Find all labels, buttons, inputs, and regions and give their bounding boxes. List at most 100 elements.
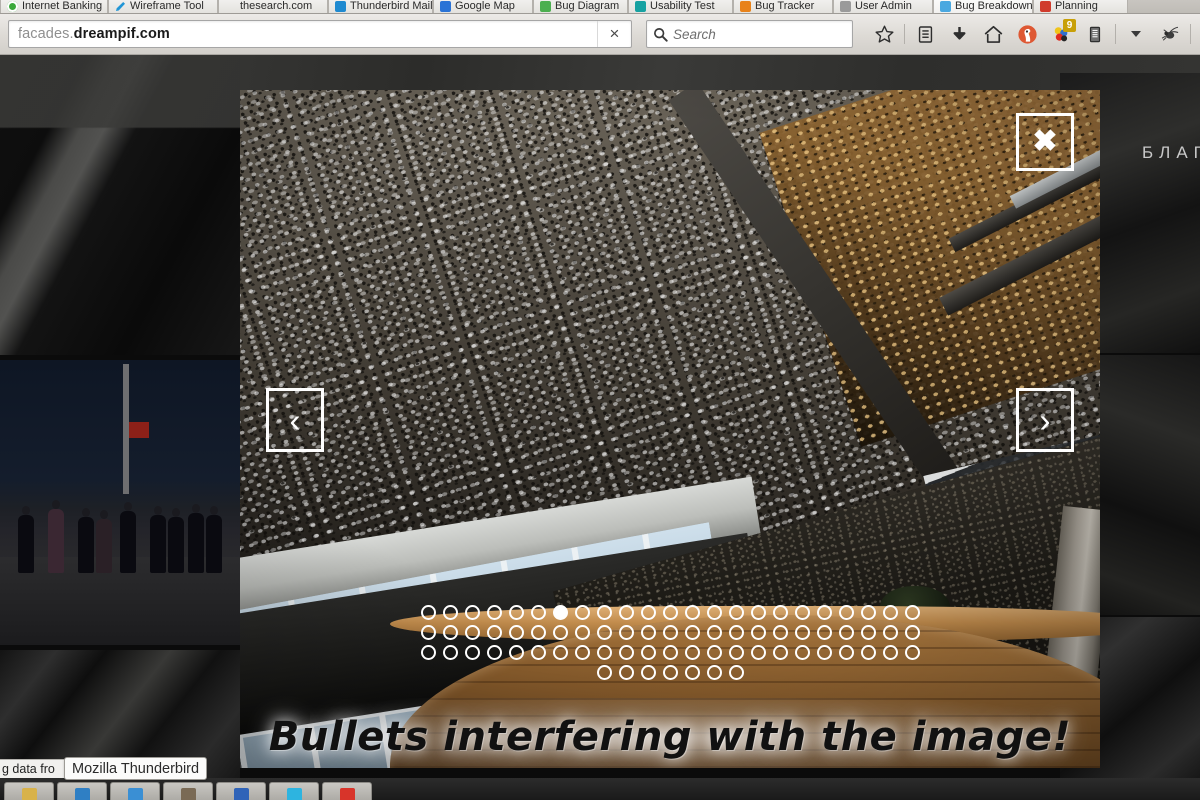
bullet[interactable]	[618, 625, 634, 640]
clear-url-icon[interactable]: ×	[597, 21, 631, 47]
prev-arrow-icon[interactable]: ‹	[266, 388, 324, 452]
dropdown-caret-icon[interactable]	[1119, 19, 1153, 50]
bullet[interactable]	[728, 625, 744, 640]
bullet[interactable]	[904, 605, 920, 620]
browser-tab[interactable]: Usability Test	[628, 0, 733, 13]
task-terminal[interactable]	[269, 782, 319, 800]
save-page-icon[interactable]	[1078, 19, 1112, 50]
bullet[interactable]	[706, 645, 722, 660]
bullet[interactable]	[662, 625, 678, 640]
bullet[interactable]	[640, 605, 656, 620]
bullet[interactable]	[882, 605, 898, 620]
gallery-thumb-architecture-1[interactable]	[0, 55, 240, 355]
bullet[interactable]	[574, 605, 590, 620]
bullet[interactable]	[596, 665, 612, 680]
browser-tab[interactable]: thesearch.com	[218, 0, 328, 13]
browser-tab[interactable]: Planning	[1033, 0, 1128, 13]
task-folder[interactable]	[4, 782, 54, 800]
bullet[interactable]	[464, 625, 480, 640]
task-editor[interactable]	[163, 782, 213, 800]
bookmark-star-icon[interactable]	[867, 19, 901, 50]
bullet[interactable]	[684, 605, 700, 620]
browser-tab[interactable]: User Admin	[833, 0, 933, 13]
bullet[interactable]	[882, 625, 898, 640]
bullet[interactable]	[596, 625, 612, 640]
bullet[interactable]	[750, 625, 766, 640]
bullet[interactable]	[508, 605, 524, 620]
bullet[interactable]	[442, 645, 458, 660]
bullet[interactable]	[860, 625, 876, 640]
bullet[interactable]	[640, 645, 656, 660]
task-thunderbird[interactable]	[110, 782, 160, 800]
task-pdf[interactable]	[322, 782, 372, 800]
browser-tab[interactable]: Google Map	[433, 0, 533, 13]
bullet[interactable]	[838, 625, 854, 640]
bullet[interactable]	[640, 625, 656, 640]
reading-list-icon[interactable]	[908, 19, 942, 50]
browser-tab[interactable]: Thunderbird Mail	[328, 0, 433, 13]
downloads-icon[interactable]	[942, 19, 976, 50]
bullet[interactable]	[706, 605, 722, 620]
bullet[interactable]	[640, 665, 656, 680]
bullet[interactable]	[486, 605, 502, 620]
browser-tab[interactable]: Bug Breakdown	[933, 0, 1033, 13]
bullet[interactable]	[420, 625, 436, 640]
bullet[interactable]	[420, 645, 436, 660]
bullet[interactable]	[596, 605, 612, 620]
bullet[interactable]	[618, 665, 634, 680]
bullet[interactable]	[420, 605, 436, 620]
bullet[interactable]	[794, 645, 810, 660]
bullet[interactable]	[882, 645, 898, 660]
bullet[interactable]	[706, 665, 722, 680]
bullet[interactable]	[860, 645, 876, 660]
duckduckgo-icon[interactable]	[1010, 19, 1044, 50]
bullet[interactable]	[816, 625, 832, 640]
bullet[interactable]	[706, 625, 722, 640]
browser-tab[interactable]: Wireframe Tool	[108, 0, 218, 13]
task-files[interactable]	[216, 782, 266, 800]
bullet[interactable]	[508, 625, 524, 640]
browser-tab[interactable]: Bug Diagram	[533, 0, 628, 13]
close-icon[interactable]: ✖	[1016, 113, 1074, 171]
bullet[interactable]	[552, 625, 568, 640]
menu-caret-icon[interactable]	[1194, 19, 1200, 50]
bullet[interactable]	[442, 605, 458, 620]
search-input[interactable]	[673, 26, 852, 42]
bullet[interactable]	[552, 645, 568, 660]
bullet[interactable]	[750, 645, 766, 660]
bug-icon[interactable]	[1153, 19, 1187, 50]
bullet[interactable]	[464, 645, 480, 660]
browser-tab[interactable]: Internet Banking	[0, 0, 108, 13]
bullet[interactable]	[574, 625, 590, 640]
bullet[interactable]	[728, 645, 744, 660]
addon-balloons-icon[interactable]: 9	[1044, 18, 1078, 50]
bullet[interactable]	[596, 645, 612, 660]
next-arrow-icon[interactable]: ›	[1016, 388, 1074, 452]
bullet[interactable]	[574, 645, 590, 660]
bullet[interactable]	[684, 645, 700, 660]
search-bar[interactable]	[646, 20, 853, 48]
bullet[interactable]	[618, 605, 634, 620]
address-bar[interactable]: facades.dreampif.com ×	[8, 20, 632, 48]
bullet[interactable]	[904, 645, 920, 660]
bullet[interactable]	[486, 625, 502, 640]
bullet[interactable]	[838, 605, 854, 620]
bullet[interactable]	[508, 645, 524, 660]
bullet[interactable]	[662, 645, 678, 660]
bullet[interactable]	[772, 605, 788, 620]
bullet[interactable]	[750, 605, 766, 620]
bullet[interactable]	[530, 605, 546, 620]
task-browser[interactable]	[57, 782, 107, 800]
bullet-active[interactable]	[552, 605, 568, 620]
bullet[interactable]	[662, 605, 678, 620]
bullet[interactable]	[684, 665, 700, 680]
bullet[interactable]	[530, 625, 546, 640]
bullet[interactable]	[816, 645, 832, 660]
bullet[interactable]	[442, 625, 458, 640]
bullet[interactable]	[772, 645, 788, 660]
bullet[interactable]	[464, 605, 480, 620]
bullet[interactable]	[618, 645, 634, 660]
bullet[interactable]	[530, 645, 546, 660]
bullet[interactable]	[662, 665, 678, 680]
home-icon[interactable]	[976, 19, 1010, 50]
